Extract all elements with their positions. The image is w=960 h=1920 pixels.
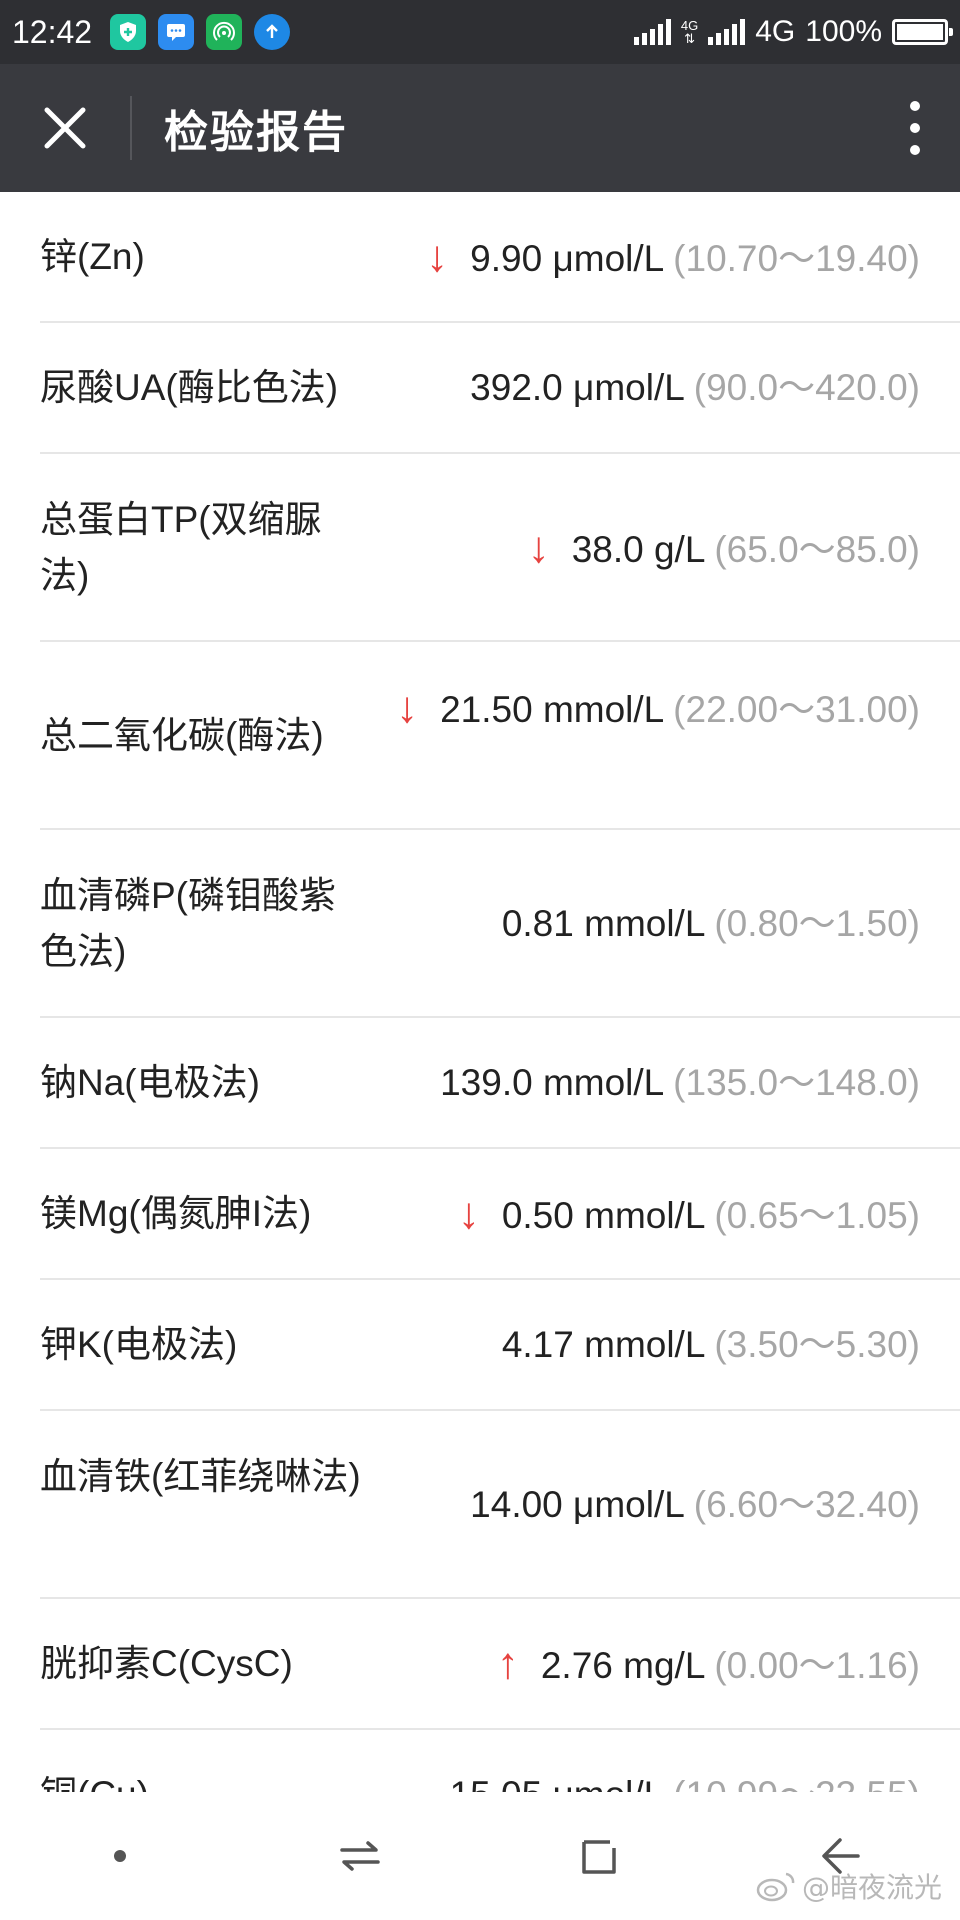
result-range: (0.80～1.50) [714, 903, 920, 944]
result-value: 21.50 mmol/L [440, 689, 663, 730]
result-name: 总蛋白TP(双缩脲法) [40, 499, 322, 596]
more-vertical-icon [910, 101, 920, 155]
result-value-group: 139.0 mmol/L (135.0～148.0) [440, 1055, 920, 1111]
result-value-group: 392.0 μmol/L (90.0～420.0) [470, 360, 920, 416]
arrow-down-icon: ↓ [527, 523, 550, 572]
result-range: (65.0～85.0) [714, 529, 920, 570]
result-row-zn: 锌(Zn) ↓ 9.90 μmol/L (10.70～19.40) [40, 192, 960, 323]
result-value-group: ↓ 9.90 μmol/L (10.70～19.40) [426, 229, 920, 287]
result-name: 锌(Zn) [40, 236, 145, 277]
arrow-down-icon: ↓ [457, 1189, 480, 1238]
result-name: 尿酸UA(酶比色法) [40, 367, 339, 408]
result-range: (135.0～148.0) [673, 1062, 920, 1103]
result-range: (10.70～19.40) [673, 238, 920, 279]
result-name: 总二氧化碳(酶法) [40, 715, 324, 756]
result-row-ua: 尿酸UA(酶比色法) 392.0 μmol/L (90.0～420.0) [40, 323, 960, 454]
result-value: 2.76 mg/L [540, 1645, 705, 1686]
app-header: 检验报告 [0, 64, 960, 192]
result-row-cu: 铜(Cu) 15.05 μmol/L (10.99～23.55) [40, 1730, 960, 1792]
arrow-down-icon: ↓ [426, 232, 449, 281]
result-name: 胱抑素C(CysC) [40, 1643, 293, 1684]
result-value: 392.0 μmol/L [470, 367, 684, 408]
result-value: 4.17 mmol/L [501, 1324, 705, 1365]
result-name: 钾K(电极法) [40, 1324, 238, 1365]
upload-icon [254, 14, 291, 50]
result-range: (0.65～1.05) [714, 1195, 920, 1236]
nav-home-button[interactable] [540, 1806, 660, 1906]
more-button[interactable] [870, 64, 960, 192]
result-range: (3.50～5.30) [714, 1324, 920, 1365]
arrow-down-icon: ↓ [396, 683, 419, 732]
result-row-fe: 血清铁(红菲绕啉法) 14.00 μmol/L (6.60～32.40) [40, 1411, 960, 1599]
status-time: 12:42 [12, 13, 93, 50]
network-label: 4G [755, 15, 796, 48]
data-arrows-icon: ⇅ [684, 31, 696, 46]
result-range: (10.99～23.55) [673, 1774, 920, 1792]
result-value-group: 15.05 μmol/L (10.99～23.55) [450, 1767, 920, 1792]
battery-percent: 100% [805, 15, 882, 48]
result-value: 0.81 mmol/L [501, 903, 705, 944]
status-right: 4G ⇅ 4G 100% [633, 15, 953, 49]
result-name: 血清磷P(磷钼酸紫色法) [40, 875, 336, 972]
result-name: 铜(Cu) [40, 1767, 370, 1792]
battery-icon [892, 19, 953, 45]
close-button[interactable] [0, 64, 130, 192]
nav-switch-button[interactable] [300, 1806, 420, 1906]
weibo-icon [756, 1872, 795, 1902]
square-icon [582, 1840, 616, 1874]
result-value-group: ↑ 2.76 mg/L (0.00～1.16) [497, 1636, 920, 1694]
watermark: @暗夜流光 [756, 1866, 942, 1906]
result-range: (90.0～420.0) [693, 367, 920, 408]
status-bar: 12:42 4G ⇅ 4G 100% [0, 0, 960, 64]
header-divider [130, 96, 132, 160]
network-indicator-small: 4G ⇅ [681, 19, 698, 45]
result-row-k: 钾K(电极法) 4.17 mmol/L (3.50～5.30) [40, 1280, 960, 1411]
result-row-na: 钠Na(电极法) 139.0 mmol/L (135.0～148.0) [40, 1018, 960, 1149]
page-title: 检验报告 [164, 107, 348, 158]
result-name: 镁Mg(偶氮胂I法) [40, 1193, 312, 1234]
status-left: 12:42 [12, 13, 291, 51]
result-value-group: ↓ 38.0 g/L (65.0～85.0) [528, 520, 920, 578]
dot-icon [114, 1850, 126, 1862]
result-value: 38.0 g/L [571, 529, 705, 570]
result-row-tp: 总蛋白TP(双缩脲法) ↓ 38.0 g/L (65.0～85.0) [40, 454, 960, 642]
result-row-p: 血清磷P(磷钼酸紫色法) 0.81 mmol/L (0.80～1.50) [40, 830, 960, 1018]
signal-icon [633, 19, 671, 45]
close-icon [44, 107, 86, 149]
result-name: 血清铁(红菲绕啉法) [40, 1456, 361, 1497]
result-value: 139.0 mmol/L [440, 1062, 663, 1103]
result-row-cysc: 胱抑素C(CysC) ↑ 2.76 mg/L (0.00～1.16) [40, 1599, 960, 1730]
result-value: 15.05 μmol/L [450, 1774, 663, 1792]
switch-icon [340, 1841, 380, 1871]
shield-icon [110, 14, 147, 50]
results-list[interactable]: 锌(Zn) ↓ 9.90 μmol/L (10.70～19.40) 尿酸UA(酶比… [0, 192, 960, 1792]
result-range: (0.00～1.16) [714, 1645, 920, 1686]
result-value: 9.90 μmol/L [470, 238, 663, 279]
result-value-group: ↓ 21.50 mmol/L (22.00～31.00) [360, 680, 920, 738]
result-value-group: 4.17 mmol/L (3.50～5.30) [502, 1317, 920, 1373]
result-value-group: ↓ 0.50 mmol/L (0.65～1.05) [458, 1186, 920, 1244]
result-name: 钠Na(电极法) [40, 1062, 260, 1103]
result-row-co2: 总二氧化碳(酶法) ↓ 21.50 mmol/L (22.00～31.00) [40, 642, 960, 830]
result-value-group: 0.81 mmol/L (0.80～1.50) [502, 896, 920, 952]
arrow-up-icon: ↑ [496, 1639, 519, 1688]
hotspot-icon [206, 14, 243, 50]
result-row-mg: 镁Mg(偶氮胂I法) ↓ 0.50 mmol/L (0.65～1.05) [40, 1149, 960, 1280]
result-range: (6.60～32.40) [693, 1484, 920, 1525]
nav-dot-button[interactable] [60, 1806, 180, 1906]
result-value: 14.00 μmol/L [470, 1484, 684, 1525]
watermark-text: @暗夜流光 [801, 1871, 942, 1904]
result-range: (22.00～31.00) [673, 689, 920, 730]
result-value: 0.50 mmol/L [501, 1195, 705, 1236]
message-icon [158, 14, 195, 50]
signal-icon-2 [708, 19, 746, 45]
result-value-group: 14.00 μmol/L (6.60～32.40) [470, 1477, 920, 1533]
